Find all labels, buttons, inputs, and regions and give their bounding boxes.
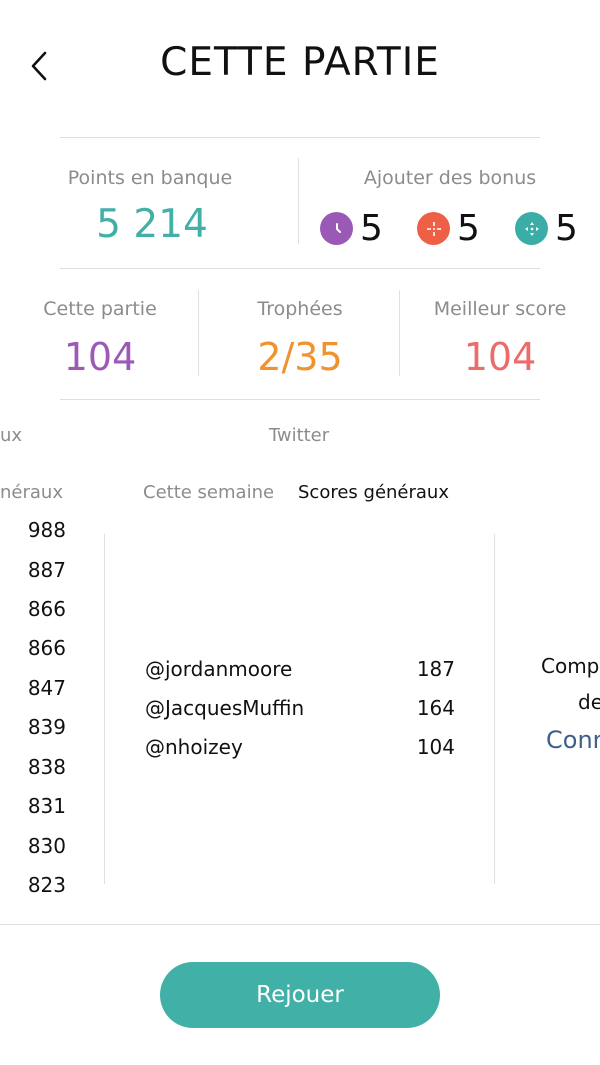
twitter-user: @JacquesMuffin — [145, 696, 305, 720]
twitter-score: 104 — [416, 735, 455, 759]
tab-this-week[interactable]: Cette semaine — [143, 482, 274, 503]
divider — [298, 158, 299, 244]
score-entry: 830 — [27, 834, 66, 858]
twitter-panel-header: Twitter — [268, 425, 330, 446]
twitter-user: @nhoizey — [145, 735, 243, 759]
left-panel-tab[interactable]: néraux — [0, 482, 63, 503]
page-title: CETTE PARTIE — [160, 40, 440, 85]
score-entry: 831 — [27, 794, 66, 818]
twitter-score: 164 — [416, 696, 455, 720]
bonus-clock[interactable]: 5 — [320, 208, 383, 249]
stat-label: Meilleur score — [433, 298, 567, 320]
right-panel-text: de — [578, 690, 600, 714]
stat-value-trophies: 2/35 — [257, 335, 343, 379]
leaderboard-row: @nhoizey 104 — [145, 735, 455, 759]
connect-link[interactable]: Conn — [546, 726, 600, 754]
twitter-user: @jordanmoore — [145, 657, 293, 681]
score-entry: 823 — [27, 873, 66, 897]
score-entry: 988 — [27, 518, 66, 542]
bonus-count: 5 — [457, 208, 480, 249]
stat-value-this-game: 104 — [63, 335, 137, 379]
bank-value: 5 214 — [96, 202, 208, 247]
leaderboard-row: @jordanmoore 187 — [145, 657, 455, 681]
bonus-label: Ajouter des bonus — [363, 167, 537, 189]
tab-all-time[interactable]: Scores généraux — [298, 482, 449, 503]
bonus-move[interactable]: 5 — [515, 208, 578, 249]
divider — [0, 924, 600, 925]
score-entry: 847 — [27, 676, 66, 700]
score-entry: 866 — [27, 636, 66, 660]
stat-label: Cette partie — [43, 298, 157, 320]
right-panel-text: Comp — [541, 654, 600, 678]
stat-value-best-score: 104 — [463, 335, 537, 379]
divider — [60, 137, 540, 138]
move-arrows-icon — [515, 212, 548, 245]
leaderboard-row: @JacquesMuffin 164 — [145, 696, 455, 720]
clock-icon — [320, 212, 353, 245]
score-entry: 839 — [27, 715, 66, 739]
divider — [104, 534, 105, 884]
target-icon — [417, 212, 450, 245]
twitter-score: 187 — [416, 657, 455, 681]
divider — [60, 399, 540, 400]
divider — [198, 290, 199, 376]
left-panel-header: ux — [0, 425, 23, 446]
divider — [494, 534, 495, 884]
bonus-count: 5 — [555, 208, 578, 249]
stat-label: Trophées — [257, 298, 343, 320]
score-entry: 838 — [27, 755, 66, 779]
score-entry: 887 — [27, 558, 66, 582]
score-entry: 866 — [27, 597, 66, 621]
divider — [60, 268, 540, 269]
replay-button[interactable]: Rejouer — [160, 962, 440, 1028]
bonus-target[interactable]: 5 — [417, 208, 480, 249]
bank-label: Points en banque — [67, 167, 233, 189]
bonus-count: 5 — [360, 208, 383, 249]
